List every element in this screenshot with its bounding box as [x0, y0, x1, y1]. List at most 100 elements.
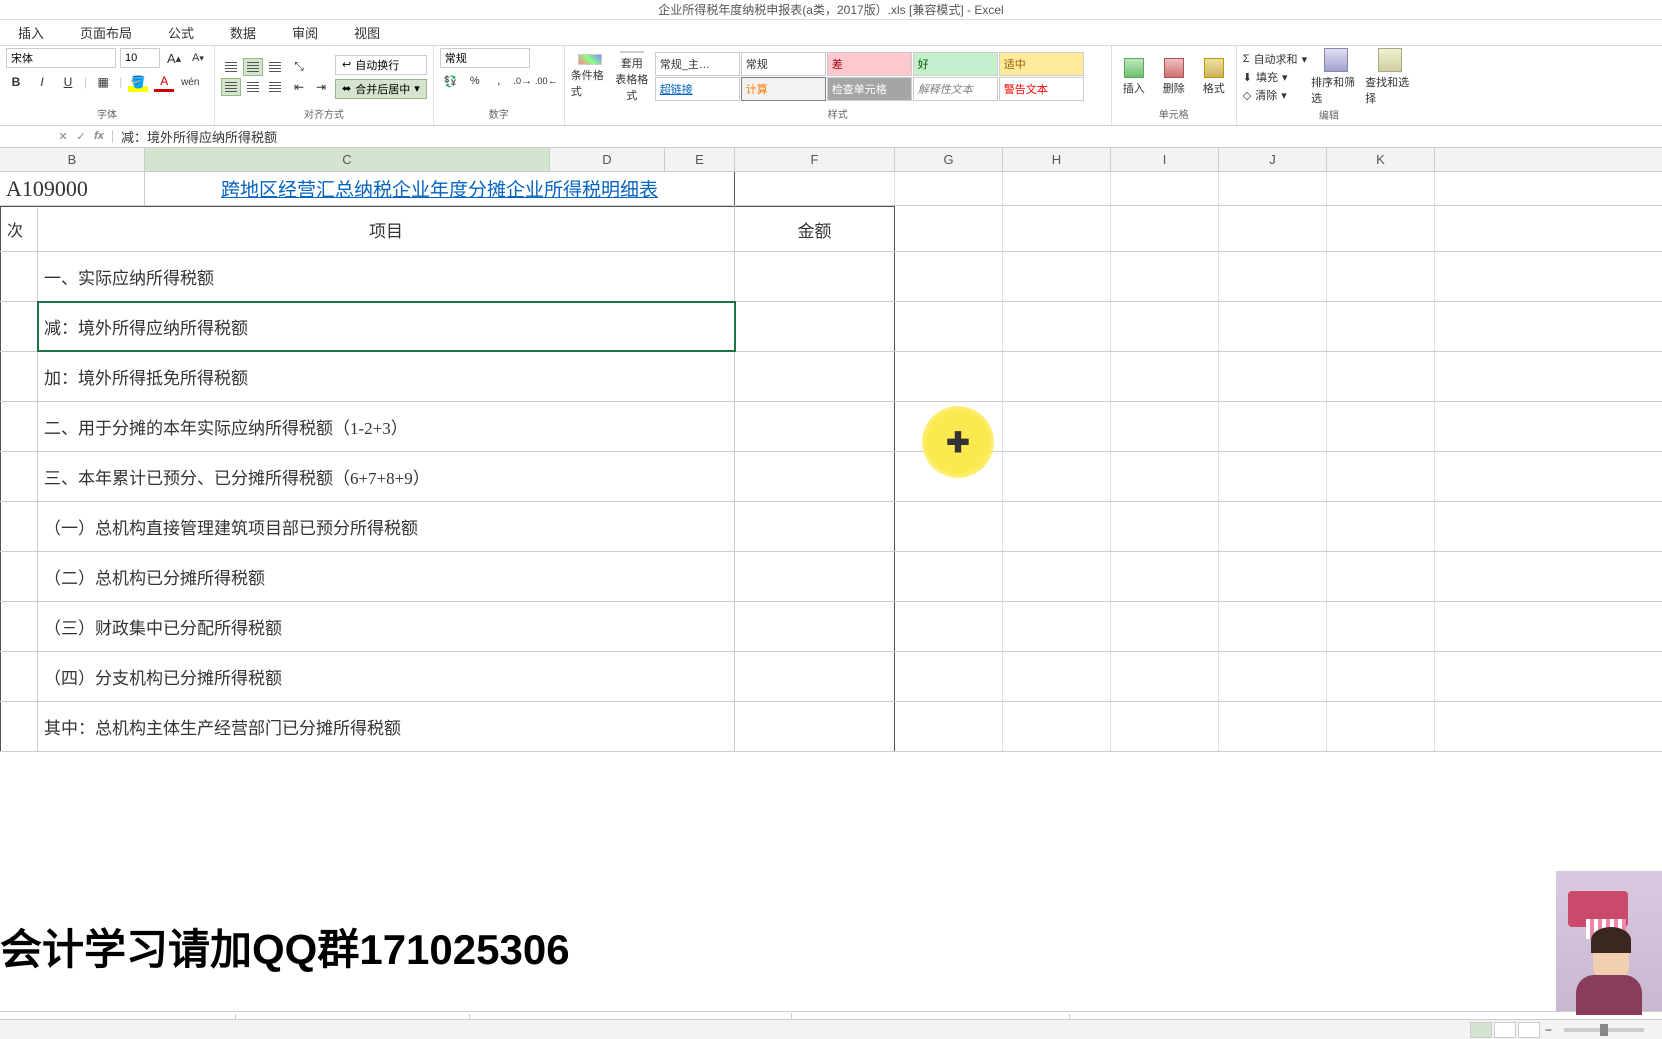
clear-button[interactable]: ◇清除▾	[1243, 87, 1307, 103]
cell-empty[interactable]	[1003, 452, 1111, 501]
cell-empty[interactable]	[895, 172, 1003, 205]
delete-cells-button[interactable]: 删除	[1158, 58, 1190, 96]
cell-empty[interactable]	[895, 702, 1003, 751]
cell-empty[interactable]	[1003, 302, 1111, 351]
cell-item-10[interactable]: 其中：总机构主体生产经营部门已分摊所得税额	[38, 702, 735, 751]
cell-item-header[interactable]: 项目	[38, 206, 735, 251]
cell-empty[interactable]	[1327, 206, 1435, 251]
style-neutral[interactable]: 适中	[999, 52, 1084, 76]
cell-empty[interactable]	[1003, 402, 1111, 451]
cell-empty[interactable]	[895, 652, 1003, 701]
align-center-button[interactable]	[243, 78, 263, 96]
cell-empty[interactable]	[1111, 172, 1219, 205]
cell-empty[interactable]	[1327, 172, 1435, 205]
cell-item-6[interactable]: （一）总机构直接管理建筑项目部已预分所得税额	[38, 502, 735, 551]
cell-empty[interactable]	[0, 652, 38, 701]
cell-empty[interactable]	[1111, 206, 1219, 251]
menu-review[interactable]: 审阅	[274, 19, 336, 46]
col-header-H[interactable]: H	[1003, 148, 1111, 171]
italic-button[interactable]: I	[32, 72, 52, 92]
normal-view-button[interactable]	[1470, 1022, 1492, 1038]
cell-empty[interactable]	[1327, 252, 1435, 301]
cell-item-4[interactable]: 二、用于分摊的本年实际应纳所得税额（1-2+3）	[38, 402, 735, 451]
font-name-select[interactable]	[6, 48, 116, 68]
cell-form-code[interactable]: A109000	[0, 172, 145, 205]
increase-indent-button[interactable]: ⇥	[311, 78, 331, 96]
col-header-E[interactable]: E	[665, 148, 735, 171]
cell-empty[interactable]	[1111, 552, 1219, 601]
col-header-I[interactable]: I	[1111, 148, 1219, 171]
align-top-button[interactable]	[221, 58, 241, 76]
cell-empty[interactable]	[895, 352, 1003, 401]
cell-amount-5[interactable]	[735, 452, 895, 501]
phonetic-button[interactable]: wén	[180, 72, 200, 92]
decrease-font-icon[interactable]: A▾	[188, 48, 208, 68]
increase-font-icon[interactable]: A▴	[164, 48, 184, 68]
cell-empty[interactable]	[1111, 652, 1219, 701]
cell-amount-3[interactable]	[735, 352, 895, 401]
align-middle-button[interactable]	[243, 58, 263, 76]
align-left-button[interactable]	[221, 78, 241, 96]
cell-item-1[interactable]: 一、实际应纳所得税额	[38, 252, 735, 301]
cell-styles-gallery[interactable]: 常规_主… 常规 差 好 适中 超链接 计算 检查单元格 解释性文本 警告文本	[655, 52, 1105, 101]
cell-empty[interactable]	[1111, 702, 1219, 751]
cell-empty[interactable]	[895, 602, 1003, 651]
cell-empty[interactable]	[0, 352, 38, 401]
wrap-text-button[interactable]: ↩自动换行	[335, 55, 427, 75]
comma-button[interactable]: ,	[488, 72, 510, 90]
orientation-button[interactable]: ⤡	[289, 58, 309, 76]
cell-empty[interactable]	[0, 252, 38, 301]
cell-empty[interactable]	[0, 452, 38, 501]
merge-center-button[interactable]: ⬌合并后居中▾	[335, 79, 427, 99]
zoom-slider[interactable]	[1564, 1028, 1644, 1032]
cell-rownum-header[interactable]: 次	[0, 206, 38, 251]
cell-empty[interactable]	[895, 502, 1003, 551]
cell-empty[interactable]	[1219, 352, 1327, 401]
col-header-F[interactable]: F	[735, 148, 895, 171]
col-header-C[interactable]: C	[145, 148, 550, 171]
cell-empty[interactable]	[1327, 452, 1435, 501]
insert-cells-button[interactable]: 插入	[1118, 58, 1150, 96]
zoom-slider-thumb[interactable]	[1600, 1024, 1608, 1036]
cell-amount-8[interactable]	[735, 602, 895, 651]
cell-empty[interactable]	[1219, 452, 1327, 501]
cell-empty[interactable]	[1327, 302, 1435, 351]
increase-decimal-button[interactable]: .0→	[512, 72, 534, 90]
style-hyperlink[interactable]: 超链接	[655, 77, 740, 101]
bold-button[interactable]: B	[6, 72, 26, 92]
find-select-button[interactable]: 查找和选择	[1365, 48, 1415, 106]
cell-empty[interactable]	[1003, 652, 1111, 701]
cell-empty[interactable]	[1111, 302, 1219, 351]
cell-empty[interactable]	[895, 552, 1003, 601]
cell-empty[interactable]	[1219, 602, 1327, 651]
border-button[interactable]: ▦	[93, 72, 113, 92]
cell-empty[interactable]	[1003, 172, 1111, 205]
sort-filter-button[interactable]: 排序和筛选	[1311, 48, 1361, 106]
cell-empty[interactable]	[1327, 502, 1435, 551]
cell-empty[interactable]	[1003, 352, 1111, 401]
cell-amount-2[interactable]	[735, 302, 895, 351]
cell-item-8[interactable]: （三）财政集中已分配所得税额	[38, 602, 735, 651]
style-warning[interactable]: 警告文本	[999, 77, 1084, 101]
underline-button[interactable]: U	[58, 72, 78, 92]
font-color-button[interactable]: A	[154, 72, 174, 92]
menu-page-layout[interactable]: 页面布局	[62, 19, 150, 46]
style-normal[interactable]: 常规	[741, 52, 826, 76]
cell-empty[interactable]	[1003, 602, 1111, 651]
cell-empty[interactable]	[895, 206, 1003, 251]
cell-amount-header[interactable]: 金额	[735, 206, 895, 251]
accounting-format-button[interactable]: 💱	[440, 72, 462, 90]
style-normal-main[interactable]: 常规_主…	[655, 52, 740, 76]
menu-view[interactable]: 视图	[336, 19, 398, 46]
cell-amount-7[interactable]	[735, 552, 895, 601]
cell-empty[interactable]	[1111, 502, 1219, 551]
cell-empty[interactable]	[1003, 206, 1111, 251]
cell-empty[interactable]	[0, 302, 38, 351]
cell-empty[interactable]	[1327, 652, 1435, 701]
cell-empty[interactable]	[895, 302, 1003, 351]
cell-empty[interactable]	[0, 602, 38, 651]
cell-empty[interactable]	[1003, 252, 1111, 301]
cell-item-2-active[interactable]: 减：境外所得应纳所得税额	[38, 302, 735, 351]
cell-empty[interactable]	[1003, 702, 1111, 751]
menu-formula[interactable]: 公式	[150, 19, 212, 46]
